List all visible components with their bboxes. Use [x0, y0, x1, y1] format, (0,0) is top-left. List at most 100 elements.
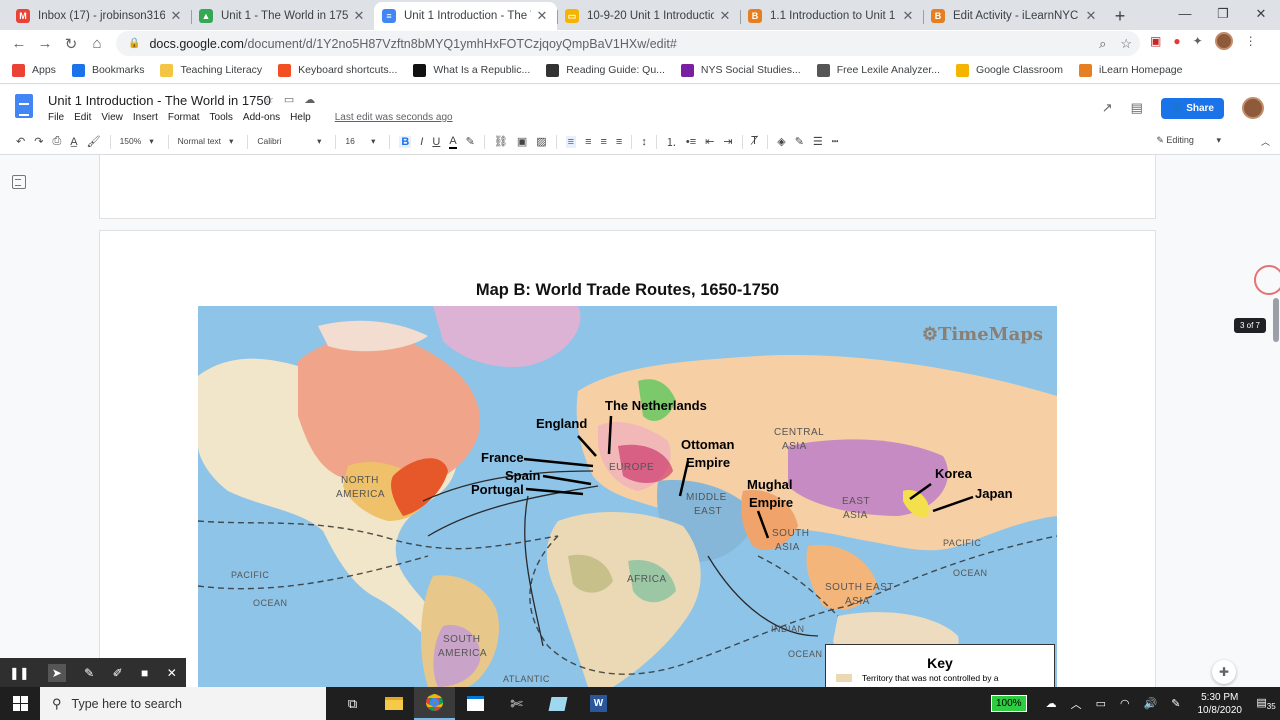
print-icon[interactable]: ⎙	[52, 135, 61, 148]
volume-icon[interactable]: 🔊	[1144, 697, 1158, 710]
bookmark-star-icon[interactable]: ☆	[1120, 36, 1132, 52]
bookmark-item[interactable]: Teaching Literacy	[160, 63, 262, 77]
close-window-icon[interactable]: ✕	[1242, 0, 1280, 30]
menu-item[interactable]: Edit	[74, 112, 91, 123]
move-folder-icon[interactable]: ▭	[284, 93, 294, 106]
font-select[interactable]: Calibri ▾	[257, 136, 321, 147]
bookmark-item[interactable]: Apps	[12, 63, 56, 77]
chrome-icon[interactable]	[414, 687, 455, 720]
menu-item[interactable]: Add-ons	[243, 112, 280, 123]
explore-icon[interactable]: ✚	[1212, 660, 1236, 684]
start-button[interactable]	[0, 687, 40, 720]
back-icon[interactable]: ←	[6, 35, 32, 52]
bookmark-item[interactable]: What Is a Republic...	[413, 63, 530, 77]
pen-icon[interactable]: ✎	[84, 666, 94, 680]
browser-tab[interactable]: ≡ Unit 1 Introduction - The Wo ✕	[374, 2, 557, 30]
bold-button[interactable]: B	[399, 135, 412, 148]
bookmark-item[interactable]: Keyboard shortcuts...	[278, 63, 397, 77]
close-tab-icon[interactable]: ✕	[352, 8, 366, 24]
zoom-select[interactable]: 150% ▾	[120, 136, 154, 147]
bookmark-item[interactable]: Google Classroom	[956, 63, 1063, 77]
taskbar-search[interactable]: ⚲ Type here to search	[40, 687, 326, 720]
minimize-icon[interactable]: —	[1166, 0, 1204, 30]
comments-icon[interactable]: ▤	[1131, 100, 1143, 116]
close-tab-icon[interactable]: ✕	[1084, 8, 1098, 24]
reload-icon[interactable]: ↻	[58, 35, 84, 53]
world-trade-routes-map[interactable]: ⚙TimeMaps The Netherlands England France Sp…	[198, 306, 1057, 687]
bookmark-item[interactable]: Reading Guide: Qu...	[546, 63, 665, 77]
align-left-icon[interactable]: ≡	[565, 135, 577, 148]
menu-item[interactable]: Tools	[210, 112, 233, 123]
new-tab-button[interactable]: +	[1106, 2, 1134, 30]
store-icon[interactable]	[455, 687, 496, 720]
paint-format-icon[interactable]: 🖌	[87, 135, 101, 148]
pause-icon[interactable]: ❚❚	[9, 666, 29, 680]
browser-tab[interactable]: ▭ 10-9-20 Unit 1 Introduction ✕	[557, 2, 740, 30]
close-icon[interactable]: ✕	[167, 666, 177, 680]
bookmark-item[interactable]: Bookmarks	[71, 63, 144, 77]
browser-tab[interactable]: M Inbox (17) - jrobinson316@u ✕	[8, 2, 191, 30]
zoom-indicator[interactable]: 100%	[990, 695, 1027, 712]
whiteboard-icon[interactable]	[537, 687, 578, 720]
close-tab-icon[interactable]: ✕	[535, 8, 549, 24]
menu-item[interactable]: Format	[168, 112, 200, 123]
collapse-menu-icon[interactable]: ︿	[1261, 135, 1270, 148]
bookmark-item[interactable]: iLearn Homepage	[1078, 63, 1182, 77]
doc-title[interactable]: Unit 1 Introduction - The World in 1750	[48, 93, 271, 108]
highlighter-icon[interactable]: ✐	[113, 666, 123, 680]
numbered-list-icon[interactable]: ⒈	[666, 134, 677, 150]
camera-icon[interactable]: ■	[141, 666, 148, 680]
pen-workspace-icon[interactable]: ✎	[1171, 697, 1180, 710]
activity-trend-icon[interactable]: ↗	[1102, 100, 1113, 116]
pointer-icon[interactable]: ➤	[47, 663, 66, 682]
bookmark-item[interactable]: Free Lexile Analyzer...	[816, 63, 940, 77]
show-hidden-icons[interactable]: ︿	[1071, 696, 1082, 712]
spellcheck-icon[interactable]: A̲	[70, 136, 77, 148]
bookmark-item[interactable]: NYS Social Studies...	[680, 63, 801, 77]
battery-icon[interactable]: ▭	[1096, 697, 1106, 710]
extension-record-icon[interactable]: ●	[1173, 34, 1180, 48]
undo-icon[interactable]: ↶	[16, 135, 25, 148]
fill-color-icon[interactable]: ◈	[777, 135, 785, 148]
line-spacing-icon[interactable]: ↕	[641, 136, 647, 148]
menu-item[interactable]: Insert	[133, 112, 158, 123]
decrease-indent-icon[interactable]: ⇤	[705, 135, 714, 148]
browser-tab[interactable]: ▲ Unit 1 - The World in 1750 - ✕	[191, 2, 374, 30]
profile-avatar[interactable]	[1214, 32, 1233, 50]
redo-icon[interactable]: ↷	[34, 135, 43, 148]
bulleted-list-icon[interactable]: •≡	[686, 136, 696, 148]
clock[interactable]: 5:30 PM 10/8/2020	[1198, 691, 1243, 717]
word-icon[interactable]: W	[578, 687, 619, 720]
mode-select[interactable]: ✎ Editing ▾	[1156, 135, 1221, 148]
star-icon[interactable]: ☆	[264, 93, 274, 106]
share-button[interactable]: 👤 Share	[1160, 97, 1224, 119]
close-tab-icon[interactable]: ✕	[718, 8, 732, 24]
align-justify-icon[interactable]: ≡	[616, 136, 622, 148]
underline-button[interactable]: U	[432, 136, 440, 148]
snip-tool-icon[interactable]: ✄	[496, 687, 537, 720]
insert-image-icon[interactable]: ▨	[536, 135, 546, 148]
onedrive-icon[interactable]: ☁	[1046, 697, 1057, 710]
docs-home-icon[interactable]	[15, 94, 33, 118]
scrollbar-thumb[interactable]	[1273, 298, 1279, 342]
align-center-icon[interactable]: ≡	[585, 136, 591, 148]
close-tab-icon[interactable]: ✕	[901, 8, 915, 24]
browser-tab[interactable]: B 1.1 Introduction to Unit 1 - T ✕	[740, 2, 923, 30]
menu-item[interactable]: Help	[290, 112, 311, 123]
browser-tab[interactable]: B Edit Activity - iLearnNYC ✕	[923, 2, 1106, 30]
link-icon[interactable]: ⛓	[494, 135, 508, 148]
highlight-icon[interactable]: ✎	[466, 135, 475, 148]
extension-shield-icon[interactable]: ▣	[1150, 34, 1161, 48]
comment-add-icon[interactable]: ▣	[517, 135, 527, 148]
forward-icon[interactable]: →	[32, 35, 58, 52]
document-outline-icon[interactable]	[12, 175, 26, 189]
close-tab-icon[interactable]: ✕	[169, 8, 183, 24]
border-dash-icon[interactable]: ┅	[832, 135, 839, 148]
style-select[interactable]: Normal text ▾	[178, 136, 234, 147]
extensions-puzzle-icon[interactable]: ✦	[1193, 34, 1203, 48]
increase-indent-icon[interactable]: ⇥	[723, 135, 732, 148]
task-view-icon[interactable]: ⧉	[332, 687, 373, 720]
account-avatar[interactable]	[1242, 97, 1264, 119]
action-center-icon[interactable]: ▤35	[1252, 696, 1280, 711]
italic-button[interactable]: I	[420, 136, 423, 148]
